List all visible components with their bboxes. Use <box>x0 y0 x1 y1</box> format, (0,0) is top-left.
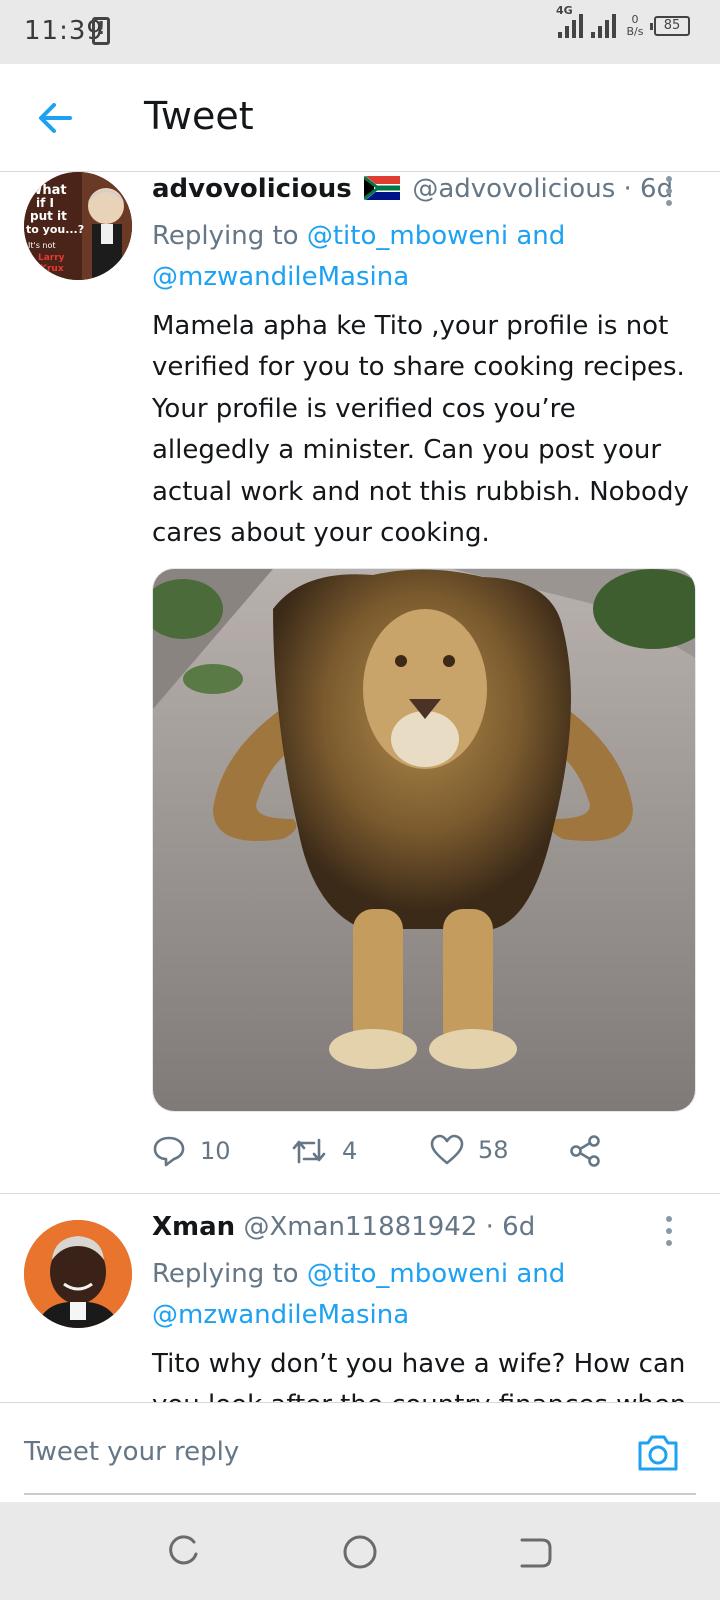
share-icon <box>570 1135 600 1167</box>
replying-prefix: Replying to <box>152 1259 299 1289</box>
avatar-text-line: Larry <box>38 253 65 263</box>
camera-button[interactable] <box>636 1433 680 1473</box>
recent-apps-button[interactable] <box>164 1532 204 1572</box>
mention-link[interactable]: @tito_mboweni <box>307 1259 508 1289</box>
share-button[interactable] <box>568 1134 602 1168</box>
avatar-text-line: if I <box>36 196 54 210</box>
reply-button[interactable]: 10 <box>152 1134 231 1168</box>
system-nav-bar <box>0 1502 720 1600</box>
battery-icon: 85 <box>650 16 690 36</box>
retweet-button[interactable]: 4 <box>290 1134 357 1168</box>
net-speed: 0 B/s <box>624 14 646 38</box>
replying-to: Replying to @tito_mboweni and @mzwandile… <box>152 1254 692 1336</box>
recent-apps-icon <box>169 1535 198 1565</box>
signal-icon <box>591 14 616 38</box>
mention-link[interactable]: @mzwandileMasina <box>152 1300 409 1330</box>
tweet-reply-input[interactable]: Tweet your reply <box>24 1415 696 1495</box>
back-nav-icon <box>520 1538 552 1568</box>
avatar[interactable]: What if I put it to you...? It's not Lar… <box>24 172 132 280</box>
back-nav-button[interactable] <box>516 1532 556 1572</box>
user-handle[interactable]: @Xman11881942 <box>243 1212 477 1242</box>
tweet-actions: 10 4 58 <box>152 1134 692 1178</box>
app-header: Tweet <box>0 64 720 172</box>
lion-photo <box>153 569 695 1111</box>
back-arrow-icon <box>39 103 72 133</box>
retweet-count: 4 <box>342 1137 358 1165</box>
tweet-text: Mamela apha ke Tito ,your profile is not… <box>152 311 689 549</box>
mention-link[interactable]: @mzwandileMasina <box>152 262 409 292</box>
signal-4g-icon: 4G <box>556 4 583 38</box>
more-options-button[interactable] <box>664 176 674 206</box>
home-icon <box>343 1535 377 1569</box>
tweet-time: · 6d <box>485 1212 536 1242</box>
page-title: Tweet <box>144 94 254 138</box>
reply-count: 10 <box>200 1137 231 1165</box>
kebab-menu-icon <box>666 176 672 182</box>
status-bar: 11:39 4G 0 B/s 85 <box>0 0 720 64</box>
tweet-image[interactable] <box>152 568 696 1112</box>
tweet-header: Xman @Xman11881942 · 6d <box>152 1212 535 1242</box>
like-icon <box>430 1134 464 1165</box>
avatar-text-line: Krux <box>40 264 64 274</box>
avatar-text-line: It's not <box>28 241 56 250</box>
more-options-button[interactable] <box>664 1216 674 1246</box>
replying-to: Replying to @tito_mboweni and @mzwandile… <box>152 216 692 298</box>
retweet-icon <box>292 1138 326 1164</box>
alert-notification-icon <box>92 17 110 45</box>
like-count: 58 <box>478 1136 509 1164</box>
tweet-divider <box>0 1193 720 1194</box>
avatar[interactable] <box>24 1220 132 1328</box>
south-africa-flag-icon <box>364 176 401 200</box>
back-button[interactable] <box>34 96 78 140</box>
network-type-label: 4G <box>556 4 573 17</box>
camera-icon <box>638 1435 678 1471</box>
tweet-header: advovolicious @advovolicious · 6d <box>152 174 673 204</box>
like-button[interactable]: 58 <box>430 1134 509 1166</box>
avatar-image: What if I put it to you...? It's not Lar… <box>24 172 132 280</box>
status-indicators: 4G 0 B/s 85 <box>556 4 690 38</box>
replying-conjunction[interactable]: and <box>516 221 565 251</box>
net-speed-unit: B/s <box>626 25 644 38</box>
display-name[interactable]: advovolicious <box>152 174 352 204</box>
kebab-menu-icon <box>666 1216 672 1222</box>
avatar-image <box>24 1220 132 1328</box>
avatar-text-line: to you...? <box>26 223 84 236</box>
user-handle[interactable]: @advovolicious <box>412 174 615 204</box>
display-name[interactable]: Xman <box>152 1212 235 1242</box>
reply-composer: Tweet your reply <box>0 1402 720 1502</box>
reply-icon <box>153 1136 185 1167</box>
replying-prefix: Replying to <box>152 221 299 251</box>
replying-conjunction[interactable]: and <box>516 1259 565 1289</box>
home-button[interactable] <box>340 1532 380 1572</box>
avatar-text-line: put it <box>30 209 67 223</box>
battery-level: 85 <box>663 18 681 33</box>
mention-link[interactable]: @tito_mboweni <box>307 221 508 251</box>
